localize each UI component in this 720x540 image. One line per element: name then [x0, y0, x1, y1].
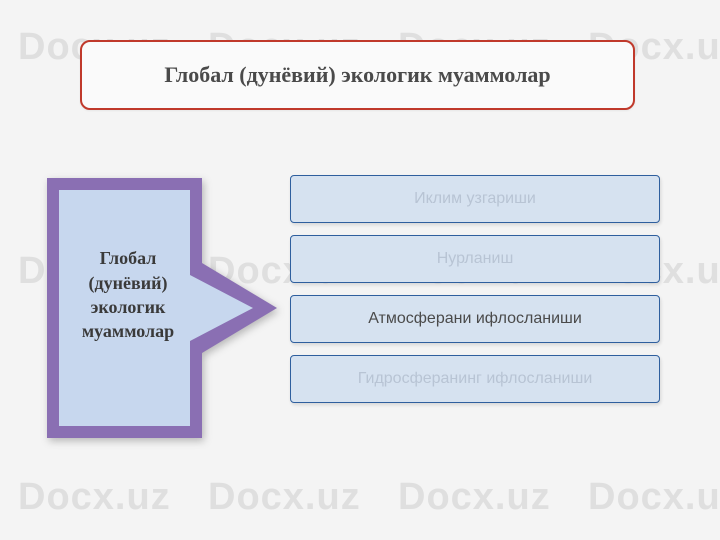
title-box: Глобал (дунёвий) экологик муаммолар — [80, 40, 635, 110]
list-item: Атмосферани ифлосланиши — [290, 295, 660, 343]
watermark: Docx.uz — [18, 476, 171, 519]
list-item: Иклим узгариши — [290, 175, 660, 223]
watermark: Docx.uz — [588, 476, 720, 519]
page-title: Глобал (дунёвий) экологик муаммолар — [164, 62, 550, 88]
list-item: Гидросферанинг ифлосланиши — [290, 355, 660, 403]
arrow-label: Глобал (дунёвий) экологик муаммолар — [58, 230, 198, 360]
watermark: Docx.uz — [208, 476, 361, 519]
watermark: Docx.uz — [398, 476, 551, 519]
list-item: Нурланиш — [290, 235, 660, 283]
items-list: Иклим узгариши Нурланиш Атмосферани ифло… — [290, 175, 660, 403]
